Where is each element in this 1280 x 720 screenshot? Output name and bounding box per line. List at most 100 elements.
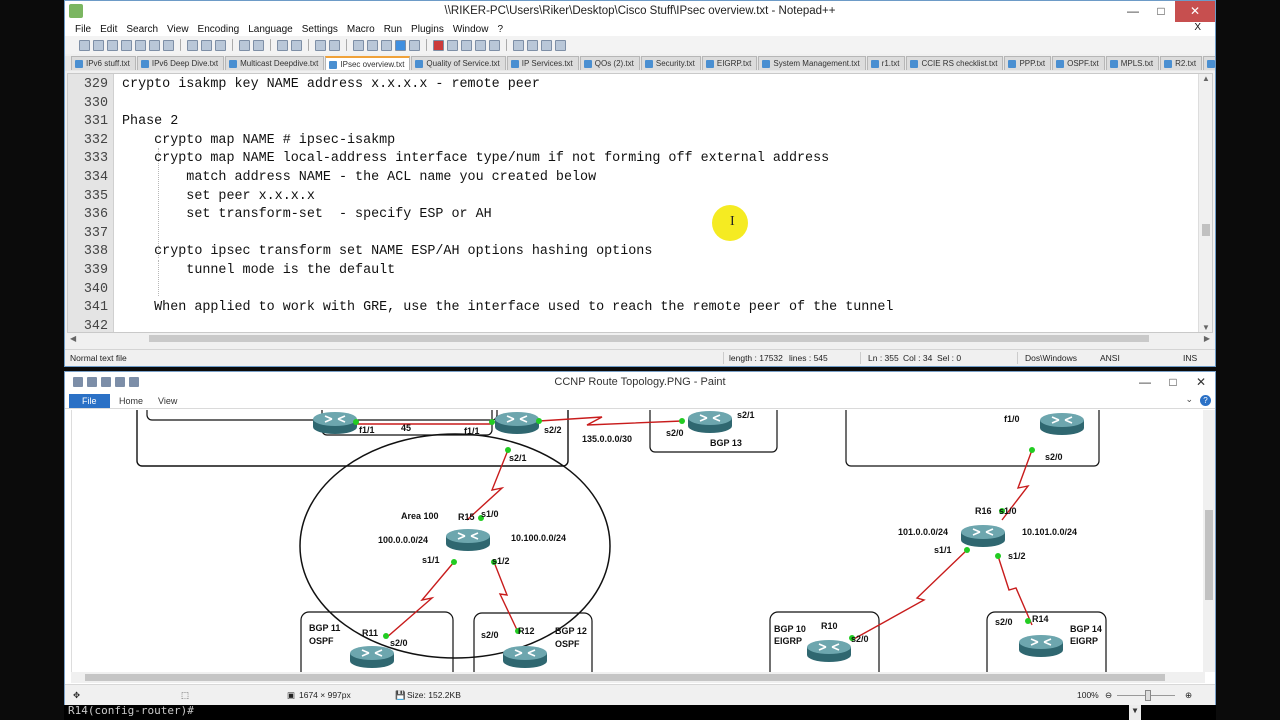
terminal-strip[interactable]: R14(config-router)# ▼ <box>64 705 1216 720</box>
document-tab[interactable]: CCIE RS checklist.txt <box>906 56 1004 70</box>
indent-guide-icon[interactable] <box>409 39 420 51</box>
document-tab[interactable]: IPv6 stuff.txt <box>71 56 136 70</box>
horizontal-scrollbar[interactable]: ◀ ▶ <box>67 333 1213 344</box>
horizontal-scroll-thumb[interactable] <box>149 335 1149 342</box>
menu-encoding[interactable]: Encoding <box>198 24 240 35</box>
code-line: 333 crypto map NAME local-address interf… <box>68 150 1198 169</box>
undo-icon[interactable] <box>239 39 250 51</box>
plugin-icon[interactable] <box>541 39 552 51</box>
save-macro-icon[interactable] <box>489 39 500 51</box>
save-icon[interactable] <box>107 39 118 51</box>
menu-settings[interactable]: Settings <box>302 24 338 35</box>
line-number: 336 <box>83 207 108 223</box>
replace-icon[interactable] <box>291 39 302 51</box>
document-tab[interactable]: System Management.txt <box>758 56 866 70</box>
new-file-icon[interactable] <box>79 39 90 51</box>
menu-plugins[interactable]: Plugins <box>411 24 444 35</box>
document-tab[interactable]: IPv6 Deep Dive.txt <box>136 56 225 70</box>
document-tab[interactable]: OSPF.txt <box>1052 56 1105 70</box>
menu-view[interactable]: View <box>167 24 189 35</box>
tool-icon[interactable] <box>555 39 566 51</box>
tab-view[interactable]: View <box>150 394 185 408</box>
document-tab[interactable]: Quality of Service.txt <box>411 56 506 70</box>
sync-v-icon[interactable] <box>353 39 364 51</box>
canvas-vertical-scroll-thumb[interactable] <box>1205 510 1213 600</box>
document-tab[interactable]: R2.txt <box>1160 56 1203 70</box>
menu-run[interactable]: Run <box>384 24 402 35</box>
terminal-scroll-down-icon[interactable]: ▼ <box>1129 705 1141 720</box>
all-chars-icon[interactable] <box>395 39 406 51</box>
document-tab[interactable]: QOs (2).txt <box>579 56 640 70</box>
up-icon[interactable] <box>513 39 524 51</box>
down-icon[interactable] <box>527 39 538 51</box>
canvas-vertical-scrollbar[interactable] <box>1203 410 1215 672</box>
chevron-down-icon[interactable]: ⌄ <box>1185 394 1193 405</box>
vertical-scroll-thumb[interactable] <box>1202 224 1210 236</box>
vertical-scrollbar[interactable]: ▲ ▼ <box>1198 74 1212 332</box>
save-all-icon[interactable] <box>121 39 132 51</box>
close-button[interactable]: ✕ <box>1187 372 1215 393</box>
save-icon[interactable] <box>87 377 97 387</box>
record-macro-icon[interactable] <box>433 39 444 51</box>
open-file-icon[interactable] <box>93 39 104 51</box>
document-tab[interactable]: BGP Deep Dive.txt <box>1203 56 1215 70</box>
zoom-out-icon[interactable]: ⊖ <box>1105 685 1112 705</box>
label-r10: R10 <box>821 621 838 631</box>
zoom-in-icon[interactable]: ⊕ <box>1185 685 1192 705</box>
document-tab[interactable]: Security.txt <box>640 56 701 70</box>
document-tab[interactable]: MPLS.txt <box>1105 56 1160 70</box>
close-doc-icon[interactable]: X <box>1194 22 1201 33</box>
paste-icon[interactable] <box>215 39 226 51</box>
close-icon[interactable] <box>135 39 146 51</box>
menu-language[interactable]: Language <box>248 24 293 35</box>
text-editor[interactable]: 329 crypto isakmp key NAME address x.x.x.… <box>67 73 1213 333</box>
wrap-icon[interactable] <box>381 39 392 51</box>
menu-file[interactable]: File <box>75 24 91 35</box>
play-multiple-icon[interactable] <box>475 39 486 51</box>
undo-icon[interactable] <box>101 377 111 387</box>
tab-file[interactable]: File <box>69 394 110 408</box>
close-button[interactable]: ✕ <box>1175 1 1215 22</box>
find-icon[interactable] <box>277 39 288 51</box>
maximize-button[interactable]: □ <box>1147 1 1175 22</box>
scroll-up-icon[interactable]: ▲ <box>1202 74 1210 83</box>
line-number: 341 <box>83 300 108 316</box>
menu-edit[interactable]: Edit <box>100 24 117 35</box>
zoom-slider-thumb[interactable] <box>1145 690 1151 701</box>
document-tab[interactable]: r1.txt <box>866 56 906 70</box>
paint-canvas[interactable]: f1/1 45 f1/1 s2/2 135.0.0.0/30 s2/0 s2/1… <box>71 410 1205 672</box>
document-tab[interactable]: EIGRP.txt <box>701 56 758 70</box>
stop-macro-icon[interactable] <box>447 39 458 51</box>
tab-home[interactable]: Home <box>111 394 151 408</box>
canvas-horizontal-scroll-thumb[interactable] <box>85 674 1165 681</box>
print-icon[interactable] <box>163 39 174 51</box>
menu-search[interactable]: Search <box>126 24 158 35</box>
help-icon[interactable]: ? <box>1200 395 1211 406</box>
redo-icon[interactable] <box>253 39 264 51</box>
document-tab[interactable]: IP Services.txt <box>506 56 579 70</box>
document-tab[interactable]: PPP.txt <box>1004 56 1052 70</box>
scroll-down-icon[interactable]: ▼ <box>1202 323 1210 332</box>
play-macro-icon[interactable] <box>461 39 472 51</box>
scroll-left-icon[interactable]: ◀ <box>70 334 76 343</box>
label-f1-1: f1/1 <box>359 425 375 435</box>
document-tabs: IPv6 stuff.txt IPv6 Deep Dive.txt Multicas… <box>65 56 1215 71</box>
copy-icon[interactable] <box>201 39 212 51</box>
document-tab[interactable]: Multicast Deepdive.txt <box>225 56 325 70</box>
menu-window[interactable]: Window <box>453 24 489 35</box>
zoom-in-icon[interactable] <box>315 39 326 51</box>
canvas-horizontal-scrollbar[interactable] <box>71 672 1205 683</box>
sync-h-icon[interactable] <box>367 39 378 51</box>
minimize-button[interactable]: — <box>1119 1 1147 22</box>
menu-help[interactable]: ? <box>497 24 503 35</box>
redo-icon[interactable] <box>115 377 125 387</box>
scroll-right-icon[interactable]: ▶ <box>1204 334 1210 343</box>
maximize-button[interactable]: □ <box>1159 372 1187 393</box>
document-tab[interactable]: IPsec overview.txt <box>325 56 411 70</box>
minimize-button[interactable]: — <box>1131 372 1159 393</box>
zoom-out-icon[interactable] <box>329 39 340 51</box>
close-all-icon[interactable] <box>149 39 160 51</box>
menu-macro[interactable]: Macro <box>347 24 375 35</box>
cut-icon[interactable] <box>187 39 198 51</box>
customize-qat-icon[interactable] <box>129 377 139 387</box>
